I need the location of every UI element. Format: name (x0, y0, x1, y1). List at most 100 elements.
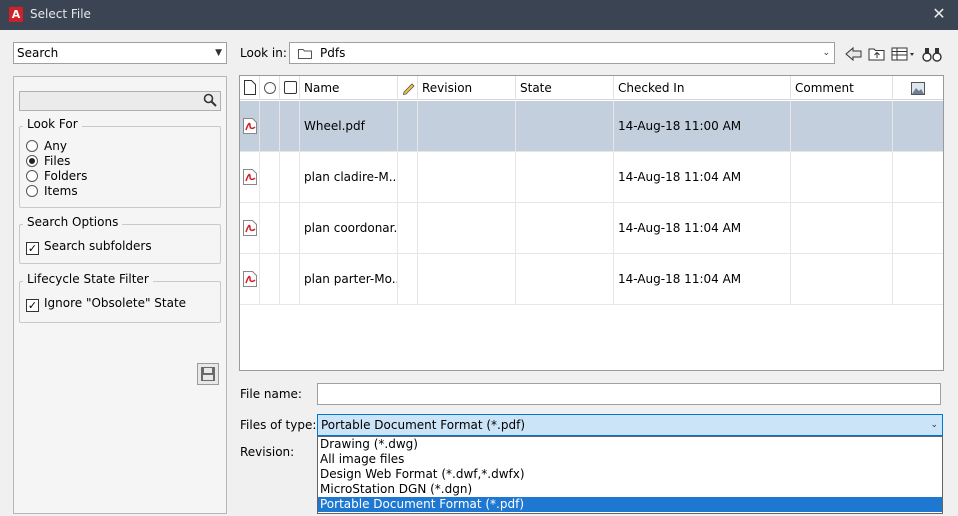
view-menu-icon[interactable] (891, 44, 915, 64)
chevron-down-icon: ▼ (215, 48, 222, 58)
file-comment (791, 203, 893, 254)
table-row[interactable]: plan parter-Mo... 14-Aug-18 11:04 AM (240, 254, 943, 305)
look-for-items[interactable]: Items (26, 184, 78, 199)
search-options-title: Search Options (23, 215, 123, 229)
file-list-header: Name Revision State Checked In Comment (240, 76, 943, 100)
header-status-column[interactable] (260, 76, 280, 100)
search-subfolders-checkbox[interactable]: ✓ (26, 242, 39, 255)
file-revision (418, 203, 516, 254)
table-row[interactable]: plan coordonar... 14-Aug-18 11:04 AM (240, 203, 943, 254)
image-icon (911, 82, 925, 95)
type-option-dgn[interactable]: MicroStation DGN (*.dgn) (318, 482, 942, 497)
label-files: Files (44, 154, 71, 168)
file-state (516, 101, 614, 152)
file-name-input[interactable] (317, 383, 941, 405)
file-name: plan coordonar... (300, 203, 398, 254)
title-bar: A Select File ✕ (0, 0, 958, 30)
pdf-file-icon (243, 220, 257, 236)
document-icon (244, 80, 256, 95)
pdf-file-icon (243, 169, 257, 185)
look-in-select[interactable]: Pdfs ⌄ (289, 42, 835, 64)
header-revision[interactable]: Revision (418, 76, 516, 100)
search-options-group: Search Options ✓ Search subfolders (19, 215, 221, 264)
chevron-down-icon: ⌄ (930, 420, 938, 430)
radio-any[interactable] (26, 140, 38, 152)
file-comment (791, 101, 893, 152)
radio-files[interactable] (26, 155, 38, 167)
type-option-pdf[interactable]: Portable Document Format (*.pdf) (318, 497, 942, 512)
label-any: Any (44, 139, 67, 153)
autocad-logo-icon: A (9, 7, 23, 22)
look-for-folders[interactable]: Folders (26, 169, 87, 184)
file-list: Name Revision State Checked In Comment W… (239, 75, 944, 371)
file-checked-in: 14-Aug-18 11:04 AM (614, 152, 791, 203)
binoculars-icon[interactable] (922, 44, 942, 64)
file-name: plan cladire-M... (300, 152, 398, 203)
look-for-title: Look For (23, 117, 82, 131)
header-checked-in[interactable]: Checked In (614, 76, 791, 100)
look-for-files[interactable]: Files (26, 154, 70, 169)
search-subfolders-option[interactable]: ✓ Search subfolders (26, 239, 152, 255)
search-mode-select[interactable]: Search ▼ (13, 42, 227, 64)
file-checked-in: 14-Aug-18 11:04 AM (614, 203, 791, 254)
file-revision (418, 254, 516, 305)
header-file-type-icon[interactable] (240, 76, 260, 100)
up-folder-icon[interactable] (868, 44, 886, 64)
file-name: Wheel.pdf (300, 101, 398, 152)
ignore-obsolete-option[interactable]: ✓ Ignore "Obsolete" State (26, 296, 187, 312)
look-for-group: Look For Any Files Folders Items (19, 117, 221, 208)
search-panel: Look For Any Files Folders Items Search … (13, 76, 227, 514)
header-name[interactable]: Name (300, 76, 398, 100)
files-of-type-select[interactable]: Portable Document Format (*.pdf) ⌄ (317, 414, 943, 436)
back-icon[interactable] (845, 44, 863, 64)
header-comment[interactable]: Comment (791, 76, 893, 100)
window-title: Select File (30, 7, 91, 21)
radio-folders[interactable] (26, 170, 38, 182)
file-state (516, 152, 614, 203)
search-input[interactable] (19, 91, 221, 111)
save-icon (201, 367, 215, 381)
label-folders: Folders (44, 169, 88, 183)
header-checkout-column[interactable] (280, 76, 300, 100)
file-comment (791, 152, 893, 203)
dialog-client: Search ▼ Look For Any Files Folders Item… (0, 30, 958, 516)
type-option-dwf[interactable]: Design Web Format (*.dwf,*.dwfx) (318, 467, 942, 482)
folder-icon (298, 49, 312, 59)
header-state[interactable]: State (516, 76, 614, 100)
revision-label: Revision: (240, 445, 295, 459)
table-row[interactable]: plan cladire-M... 14-Aug-18 11:04 AM (240, 152, 943, 203)
radio-items[interactable] (26, 185, 38, 197)
files-of-type-value: Portable Document Format (*.pdf) (321, 418, 526, 432)
files-of-type-dropdown: Drawing (*.dwg) All image files Design W… (317, 436, 943, 514)
status-circle-icon (264, 82, 276, 94)
close-icon[interactable]: ✕ (931, 4, 947, 24)
lifecycle-title: Lifecycle State Filter (23, 272, 153, 286)
type-option-drawing[interactable]: Drawing (*.dwg) (318, 437, 942, 452)
look-in-label: Look in: (240, 46, 287, 60)
search-subfolders-label: Search subfolders (44, 239, 152, 253)
save-search-button[interactable] (197, 363, 219, 385)
pdf-file-icon (243, 118, 257, 134)
label-items: Items (44, 184, 78, 198)
file-name: plan parter-Mo... (300, 254, 398, 305)
look-for-any[interactable]: Any (26, 139, 67, 154)
ignore-obsolete-checkbox[interactable]: ✓ (26, 299, 39, 312)
file-revision (418, 152, 516, 203)
look-in-value: Pdfs (320, 46, 346, 60)
pencil-icon (402, 83, 415, 96)
lifecycle-group: Lifecycle State Filter ✓ Ignore "Obsolete… (19, 272, 221, 323)
file-revision (418, 101, 516, 152)
chevron-down-icon: ⌄ (822, 48, 830, 58)
type-option-image[interactable]: All image files (318, 452, 942, 467)
file-comment (791, 254, 893, 305)
file-state (516, 203, 614, 254)
search-icon[interactable] (203, 93, 217, 107)
table-row[interactable]: Wheel.pdf 14-Aug-18 11:00 AM (240, 101, 943, 152)
checkout-box-icon (284, 81, 297, 94)
header-edit-column[interactable] (398, 76, 418, 100)
header-thumbnail-column[interactable] (893, 76, 943, 100)
file-checked-in: 14-Aug-18 11:00 AM (614, 101, 791, 152)
file-name-label: File name: (240, 387, 302, 401)
file-state (516, 254, 614, 305)
ignore-obsolete-label: Ignore "Obsolete" State (44, 296, 187, 310)
